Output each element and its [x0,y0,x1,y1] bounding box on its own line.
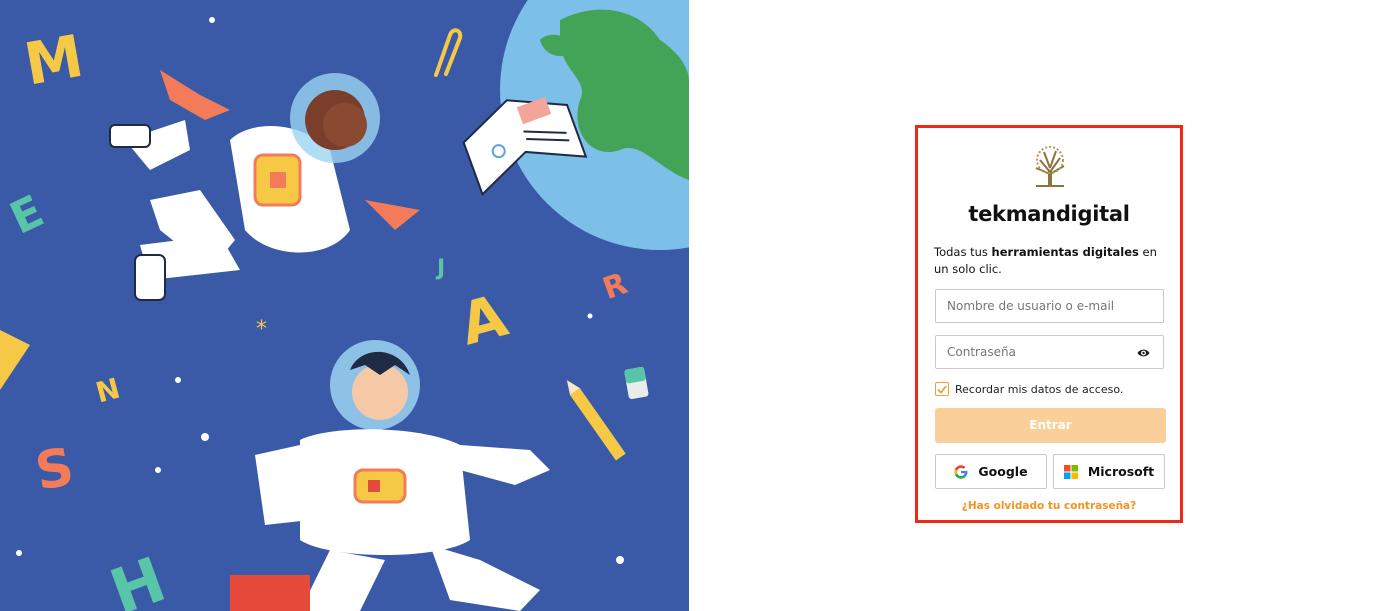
eye-icon[interactable] [1137,348,1150,358]
microsoft-icon [1063,464,1078,479]
brand-title: tekmandigital [968,202,1130,226]
svg-text:*: * [256,317,267,342]
remember-label: Recordar mis datos de acceso. [955,382,1124,396]
password-field [935,335,1164,369]
username-input[interactable] [936,290,1163,322]
login-card: tekmandigital Todas tus herramientas dig… [915,125,1183,523]
forgot-password-link[interactable]: ¿Has olvidado tu contraseña? [918,500,1180,512]
tagline-start: Todas tus [934,245,992,259]
letter-j: J [435,256,445,281]
hero-illustration: M E J R A N S H * [0,0,689,611]
submit-button[interactable]: Entrar [935,408,1166,443]
tagline-bold: herramientas digitales [991,245,1139,259]
letter-m: M [20,22,89,99]
tagline: Todas tus herramientas digitales en un s… [934,244,1170,278]
check-icon [937,384,947,394]
remember-checkbox[interactable] [935,382,949,396]
microsoft-label: Microsoft [1087,464,1155,479]
google-sign-in-button[interactable]: Google [935,454,1047,489]
password-input[interactable] [936,336,1163,368]
microsoft-sign-in-button[interactable]: Microsoft [1053,454,1165,489]
username-field [935,289,1164,323]
tree-logo-icon [1035,146,1065,187]
remember-me[interactable]: Recordar mis datos de acceso. [935,381,1123,397]
illustration-canvas: M E J R A N S H * [0,0,689,611]
google-label: Google [978,464,1028,479]
google-icon [954,464,968,479]
